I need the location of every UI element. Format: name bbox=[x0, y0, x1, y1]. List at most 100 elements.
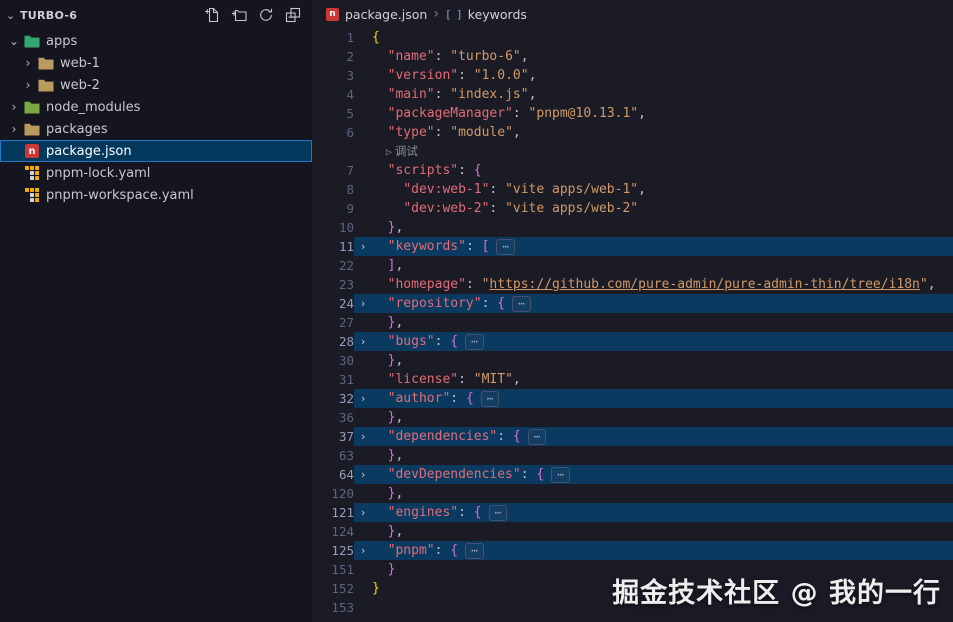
code-text: "dev:web-1": "vite apps/web-1", bbox=[372, 180, 646, 199]
explorer-sidebar: ⌄ TURBO-6 ⌄ apps ›web-1›web-2›node_modules… bbox=[0, 0, 312, 622]
code-text: "license": "MIT", bbox=[372, 370, 521, 389]
new-folder-button[interactable] bbox=[230, 6, 248, 24]
code-line-6: 6 "type": "module", bbox=[312, 123, 953, 142]
explorer-item-web-2[interactable]: ›web-2 bbox=[0, 74, 312, 96]
token-key: "devDependencies" bbox=[388, 467, 521, 482]
chevron-right-icon[interactable]: › bbox=[6, 100, 22, 114]
code-text: } bbox=[372, 579, 380, 598]
folded-code-ellipsis[interactable]: ⋯ bbox=[465, 543, 484, 559]
folder-icon bbox=[36, 79, 56, 92]
fold-chevron-icon[interactable]: › bbox=[354, 389, 372, 408]
file-tree: ⌄apps›web-1›web-2›node_modules›packagesn… bbox=[0, 30, 312, 206]
folded-code-ellipsis[interactable]: ⋯ bbox=[496, 239, 515, 255]
token-key: "engines" bbox=[388, 505, 458, 520]
code-line-120: 120 }, bbox=[312, 484, 953, 503]
folded-code-ellipsis[interactable]: ⋯ bbox=[528, 429, 547, 445]
breadcrumb: n package.json › [ ] keywords bbox=[312, 0, 953, 28]
fold-chevron-icon[interactable]: › bbox=[354, 503, 372, 522]
explorer-section-title[interactable]: TURBO-6 bbox=[20, 9, 77, 22]
refresh-explorer-button[interactable] bbox=[257, 6, 275, 24]
folded-code-ellipsis[interactable]: ⋯ bbox=[551, 467, 570, 483]
vscode-window: { "colors": { "sidebar_bg": "#15151f", "… bbox=[0, 0, 953, 622]
folder-node-icon bbox=[22, 101, 42, 114]
breadcrumb-separator-icon: › bbox=[433, 6, 439, 22]
explorer-item-packages[interactable]: ›packages bbox=[0, 118, 312, 140]
code-line-8: 8 "dev:web-1": "vite apps/web-1", bbox=[312, 180, 953, 199]
explorer-item-package.json[interactable]: n package.json bbox=[0, 140, 312, 162]
token-key: "main" bbox=[388, 87, 435, 102]
chevron-right-icon[interactable]: › bbox=[20, 78, 36, 92]
code-line-11: 11› "keywords": [⋯ bbox=[312, 237, 953, 256]
breadcrumb-symbol[interactable]: keywords bbox=[468, 7, 527, 22]
chevron-right-icon[interactable]: › bbox=[20, 56, 36, 70]
line-number: 2 bbox=[312, 47, 354, 66]
fold-chevron-icon[interactable]: › bbox=[354, 465, 372, 484]
token-key: "name" bbox=[388, 49, 435, 64]
explorer-item-label: apps bbox=[46, 34, 77, 49]
explorer-item-pnpm-workspace.yaml[interactable]: pnpm-workspace.yaml bbox=[0, 184, 312, 206]
code-text: { bbox=[372, 28, 380, 47]
fold-spacer bbox=[354, 446, 372, 465]
token-key: "dependencies" bbox=[388, 429, 498, 444]
breadcrumb-file[interactable]: package.json bbox=[345, 7, 427, 22]
fold-spacer bbox=[354, 28, 372, 47]
fold-spacer bbox=[354, 66, 372, 85]
token-pun: , bbox=[395, 410, 403, 425]
explorer-item-label: package.json bbox=[46, 144, 132, 159]
token-key: "homepage" bbox=[388, 277, 466, 292]
chevron-right-icon[interactable]: › bbox=[6, 122, 22, 136]
code-line-36: 36 }, bbox=[312, 408, 953, 427]
code-area[interactable]: 1{2 "name": "turbo-6",3 "version": "1.0.… bbox=[312, 28, 953, 617]
codelens-row: ▷调试 bbox=[312, 142, 953, 161]
chevron-down-icon[interactable]: ⌄ bbox=[6, 9, 20, 22]
chevron-down-icon[interactable]: ⌄ bbox=[6, 34, 22, 48]
folded-code-ellipsis[interactable]: ⋯ bbox=[465, 334, 484, 350]
explorer-item-apps[interactable]: ⌄ apps bbox=[0, 30, 312, 52]
token-pun: , bbox=[928, 277, 936, 292]
token-str: "MIT" bbox=[474, 372, 513, 387]
fold-spacer bbox=[354, 275, 372, 294]
line-number: 36 bbox=[312, 408, 354, 427]
line-number: 3 bbox=[312, 66, 354, 85]
code-line-125: 125› "pnpm": {⋯ bbox=[312, 541, 953, 560]
token-key: "version" bbox=[388, 68, 458, 83]
new-file-button[interactable] bbox=[203, 6, 221, 24]
fold-chevron-icon[interactable]: › bbox=[354, 332, 372, 351]
fold-spacer bbox=[354, 142, 372, 161]
editor-pane: n package.json › [ ] keywords 1{2 "name"… bbox=[312, 0, 953, 622]
fold-chevron-icon[interactable]: › bbox=[354, 427, 372, 446]
explorer-item-web-1[interactable]: ›web-1 bbox=[0, 52, 312, 74]
code-line-64: 64› "devDependencies": {⋯ bbox=[312, 465, 953, 484]
folded-code-ellipsis[interactable]: ⋯ bbox=[481, 391, 500, 407]
fold-chevron-icon[interactable]: › bbox=[354, 541, 372, 560]
fold-spacer bbox=[354, 313, 372, 332]
fold-spacer bbox=[354, 161, 372, 180]
token-pun: : bbox=[450, 391, 466, 406]
line-number: 4 bbox=[312, 85, 354, 104]
code-line-121: 121› "engines": {⋯ bbox=[312, 503, 953, 522]
token-key: "license" bbox=[388, 372, 458, 387]
npm-icon: n bbox=[22, 144, 42, 158]
code-line-3: 3 "version": "1.0.0", bbox=[312, 66, 953, 85]
folded-code-ellipsis[interactable]: ⋯ bbox=[512, 296, 531, 312]
code-line-124: 124 }, bbox=[312, 522, 953, 541]
folded-code-ellipsis[interactable]: ⋯ bbox=[489, 505, 508, 521]
line-number: 5 bbox=[312, 104, 354, 123]
code-text: }, bbox=[372, 522, 403, 541]
fold-chevron-icon[interactable]: › bbox=[354, 237, 372, 256]
token-url[interactable]: https://github.com/pure-admin/pure-admin… bbox=[489, 277, 919, 292]
explorer-item-pnpm-lock.yaml[interactable]: pnpm-lock.yaml bbox=[0, 162, 312, 184]
token-pun: : bbox=[458, 163, 474, 178]
explorer-item-node_modules[interactable]: ›node_modules bbox=[0, 96, 312, 118]
codelens-label[interactable]: ▷调试 bbox=[372, 142, 418, 161]
code-line-37: 37› "dependencies": {⋯ bbox=[312, 427, 953, 446]
token-key: "scripts" bbox=[388, 163, 458, 178]
collapse-folders-button[interactable] bbox=[284, 6, 302, 24]
code-line-27: 27 }, bbox=[312, 313, 953, 332]
fold-chevron-icon[interactable]: › bbox=[354, 294, 372, 313]
token-pun: , bbox=[513, 372, 521, 387]
token-pun: , bbox=[395, 315, 403, 330]
token-str: "turbo-6" bbox=[450, 49, 520, 64]
fold-spacer bbox=[354, 199, 372, 218]
folder-icon bbox=[22, 123, 42, 136]
